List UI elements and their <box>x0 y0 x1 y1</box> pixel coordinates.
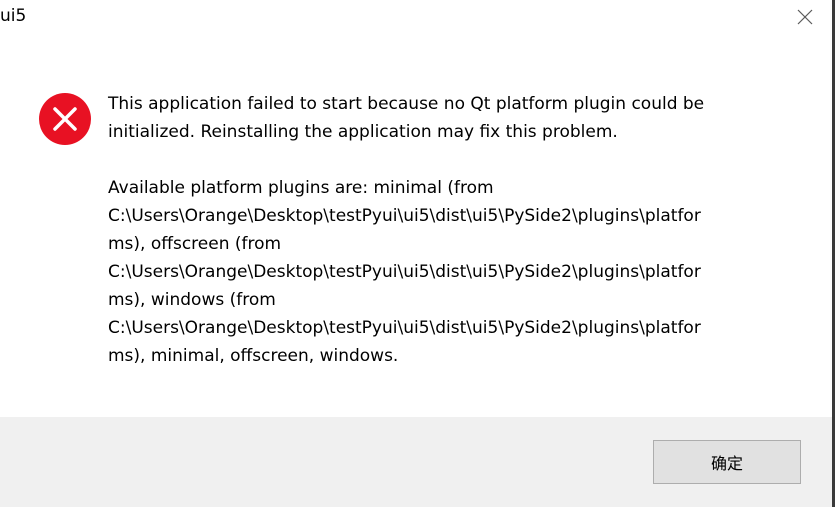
error-x-icon <box>39 93 91 145</box>
title-bar: ui5 <box>0 0 835 34</box>
dialog-content: This application failed to start because… <box>0 34 832 417</box>
error-message-details: Available platform plugins are: minimal … <box>108 178 701 366</box>
error-message: This application failed to start because… <box>108 90 788 370</box>
error-message-main: This application failed to start because… <box>108 94 705 142</box>
error-dialog: ui5 This application failed to start bec… <box>0 0 835 507</box>
ok-button[interactable]: 确定 <box>653 440 801 484</box>
window-title: ui5 <box>0 6 27 26</box>
button-bar: 确定 <box>0 417 832 507</box>
close-icon <box>797 9 813 25</box>
close-button[interactable] <box>788 0 822 34</box>
